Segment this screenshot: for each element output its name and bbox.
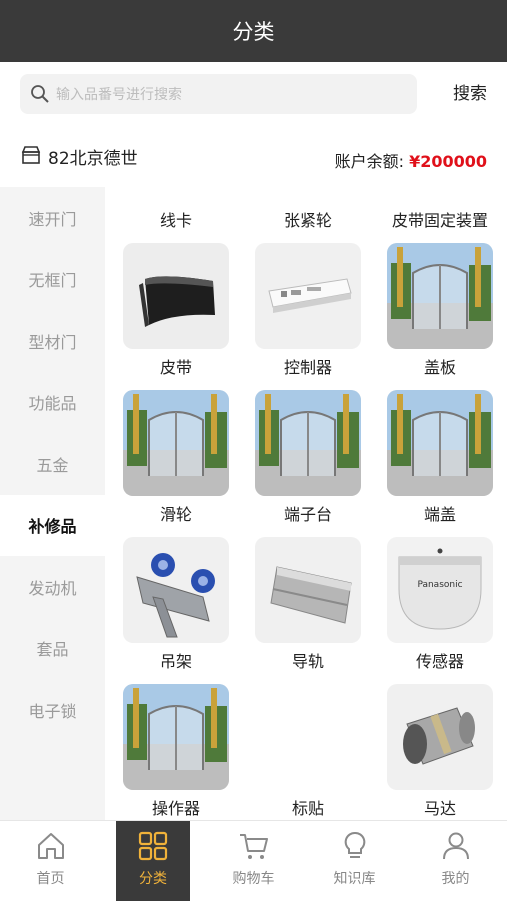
search-button[interactable]: 搜索: [440, 74, 500, 114]
product-label[interactable]: 吊架: [111, 648, 241, 672]
product-label[interactable]: 盖板: [375, 354, 505, 378]
product-image-pulley[interactable]: [123, 390, 229, 496]
product-image-endcap[interactable]: [387, 390, 493, 496]
balance-label: 账户余额:: [334, 152, 410, 171]
search-bar: 搜索: [0, 62, 507, 126]
product-image-operator[interactable]: [123, 684, 229, 790]
page-header: 分类: [0, 0, 507, 62]
tab-knowledge[interactable]: 知识库: [304, 821, 405, 901]
store-icon: [21, 146, 41, 164]
product-label[interactable]: 皮带固定装置: [375, 207, 505, 231]
product-image-cover[interactable]: [387, 243, 493, 349]
page-title: 分类: [232, 20, 275, 44]
user-icon: [443, 832, 469, 860]
category-sidebar: 速开门 无框门 型材门 功能品 五金 补修品 发动机 套品 电子锁: [0, 187, 105, 820]
tab-label: 我的: [441, 871, 470, 887]
sidebar-item-8[interactable]: 电子锁: [0, 679, 105, 741]
product-image-terminal[interactable]: [255, 390, 361, 496]
bulb-icon: [344, 831, 366, 858]
sidebar-item-4[interactable]: 五金: [0, 433, 105, 495]
product-grid: 线卡 张紧轮 皮带固定装置 皮带 控制器 盖板 滑轮 端子台 端盖 Panaso…: [105, 187, 507, 820]
sidebar-item-2[interactable]: 型材门: [0, 310, 105, 372]
product-label[interactable]: 导轨: [243, 648, 373, 672]
search-icon: [31, 85, 49, 103]
sensor-brand: Panasonic: [417, 580, 462, 590]
product-label[interactable]: 线卡: [111, 207, 241, 231]
product-image-hanger[interactable]: [123, 537, 229, 643]
tab-label: 首页: [36, 871, 65, 887]
tab-label: 分类: [139, 871, 167, 887]
product-label[interactable]: 标贴: [243, 795, 373, 819]
product-image-rail[interactable]: [255, 537, 361, 643]
sidebar-item-6[interactable]: 发动机: [0, 556, 105, 618]
product-label[interactable]: 端盖: [375, 501, 505, 525]
tab-mine[interactable]: 我的: [405, 821, 506, 901]
cart-icon: [240, 834, 268, 859]
tab-label: 知识库: [333, 871, 376, 887]
product-image-belt[interactable]: [123, 243, 229, 349]
sidebar-item-5[interactable]: 补修品: [0, 494, 105, 556]
product-image-motor[interactable]: [387, 684, 493, 790]
tab-label: 购物车: [232, 871, 275, 887]
product-label[interactable]: 端子台: [243, 501, 373, 525]
sidebar-item-1[interactable]: 无框门: [0, 249, 105, 311]
tab-home[interactable]: 首页: [0, 821, 101, 901]
product-label[interactable]: 控制器: [243, 354, 373, 378]
home-icon: [38, 833, 64, 859]
product-label[interactable]: 操作器: [111, 795, 241, 819]
sidebar-item-3[interactable]: 功能品: [0, 372, 105, 434]
product-label[interactable]: 张紧轮: [243, 207, 373, 231]
sidebar-item-7[interactable]: 套品: [0, 618, 105, 680]
account-balance: 账户余额: ¥200000: [335, 148, 487, 172]
product-label[interactable]: 滑轮: [111, 501, 241, 525]
store-info: 82北京德世 账户余额: ¥200000: [0, 132, 507, 182]
store-name: 82北京德世: [48, 149, 138, 169]
balance-value: ¥200000: [409, 152, 487, 171]
sidebar-item-0[interactable]: 速开门: [0, 187, 105, 249]
tab-cart[interactable]: 购物车: [203, 821, 304, 901]
product-label[interactable]: 传感器: [375, 648, 505, 672]
product-image-controller[interactable]: [255, 243, 361, 349]
product-label[interactable]: 皮带: [111, 354, 241, 378]
bottom-tab-bar: 首页 分类 购物车 知识库 我的: [0, 820, 507, 901]
product-image-sensor[interactable]: Panasonic: [387, 537, 493, 643]
grid-icon: [138, 831, 168, 861]
product-label[interactable]: 马达: [375, 795, 505, 819]
search-box[interactable]: [20, 74, 417, 116]
tab-category[interactable]: 分类: [116, 821, 190, 901]
search-input[interactable]: [54, 74, 408, 116]
